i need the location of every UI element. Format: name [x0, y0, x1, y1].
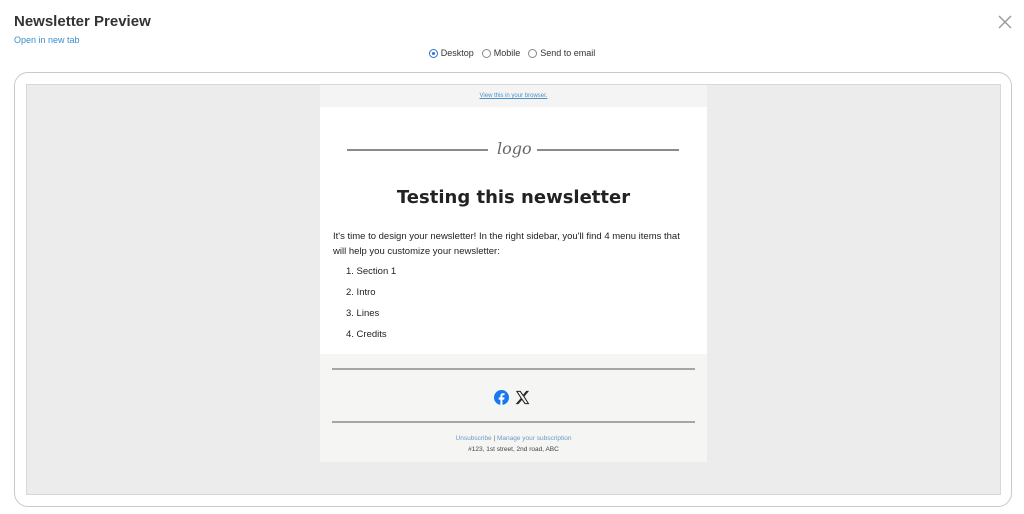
- send-to-email-radio[interactable]: [528, 48, 538, 58]
- view-mode-selector: Desktop Mobile Send to email: [0, 48, 1024, 58]
- social-links: [494, 390, 530, 405]
- email-body-text: It's time to design your newsletter! In …: [333, 231, 680, 257]
- view-option-send-to-email[interactable]: Send to email: [528, 48, 595, 58]
- desktop-radio[interactable]: [428, 48, 438, 58]
- view-option-label: Mobile: [493, 48, 521, 58]
- email-footer: Unsubscribe | Manage your subscription #…: [320, 354, 707, 462]
- manage-subscription-link[interactable]: Manage your subscription: [497, 435, 571, 442]
- email-heading: Testing this newsletter: [396, 187, 631, 208]
- footer-divider-top: [332, 368, 695, 370]
- mobile-radio[interactable]: [481, 48, 491, 58]
- list-item: 4. Credits: [346, 329, 387, 340]
- view-option-desktop[interactable]: Desktop: [428, 48, 474, 58]
- footer-separator: |: [493, 435, 496, 442]
- facebook-icon[interactable]: [494, 390, 509, 405]
- list-item: 3. Lines: [346, 308, 380, 319]
- view-in-browser-link[interactable]: View this in your browser.: [480, 93, 548, 99]
- email-preview: View this in your browser. logo Testing …: [320, 85, 707, 462]
- logo-divider-right: [537, 149, 679, 151]
- modal-title: Newsletter Preview: [14, 13, 151, 30]
- close-icon: [998, 15, 1012, 29]
- footer-links: Unsubscribe | Manage your subscription: [320, 435, 707, 442]
- x-icon[interactable]: [515, 390, 530, 405]
- close-button[interactable]: [996, 13, 1014, 31]
- view-option-mobile[interactable]: Mobile: [481, 48, 521, 58]
- open-in-new-tab-link[interactable]: Open in new tab: [14, 35, 80, 45]
- view-option-label: Send to email: [540, 48, 596, 58]
- footer-divider-bottom: [332, 421, 695, 423]
- unsubscribe-link[interactable]: Unsubscribe: [456, 435, 492, 442]
- email-menu-list: 1. Section 1 2. Intro 3. Lines 4. Credit…: [333, 265, 693, 349]
- view-option-label: Desktop: [440, 48, 474, 58]
- footer-address: #123, 1st street, 2nd road, ABC: [468, 446, 559, 453]
- list-item: 1. Section 1: [346, 266, 397, 277]
- list-item: 2. Intro: [346, 287, 376, 298]
- email-topbar: View this in your browser.: [320, 85, 707, 107]
- logo-row: logo: [347, 139, 679, 159]
- logo: logo: [497, 139, 532, 158]
- logo-divider-left: [347, 149, 488, 151]
